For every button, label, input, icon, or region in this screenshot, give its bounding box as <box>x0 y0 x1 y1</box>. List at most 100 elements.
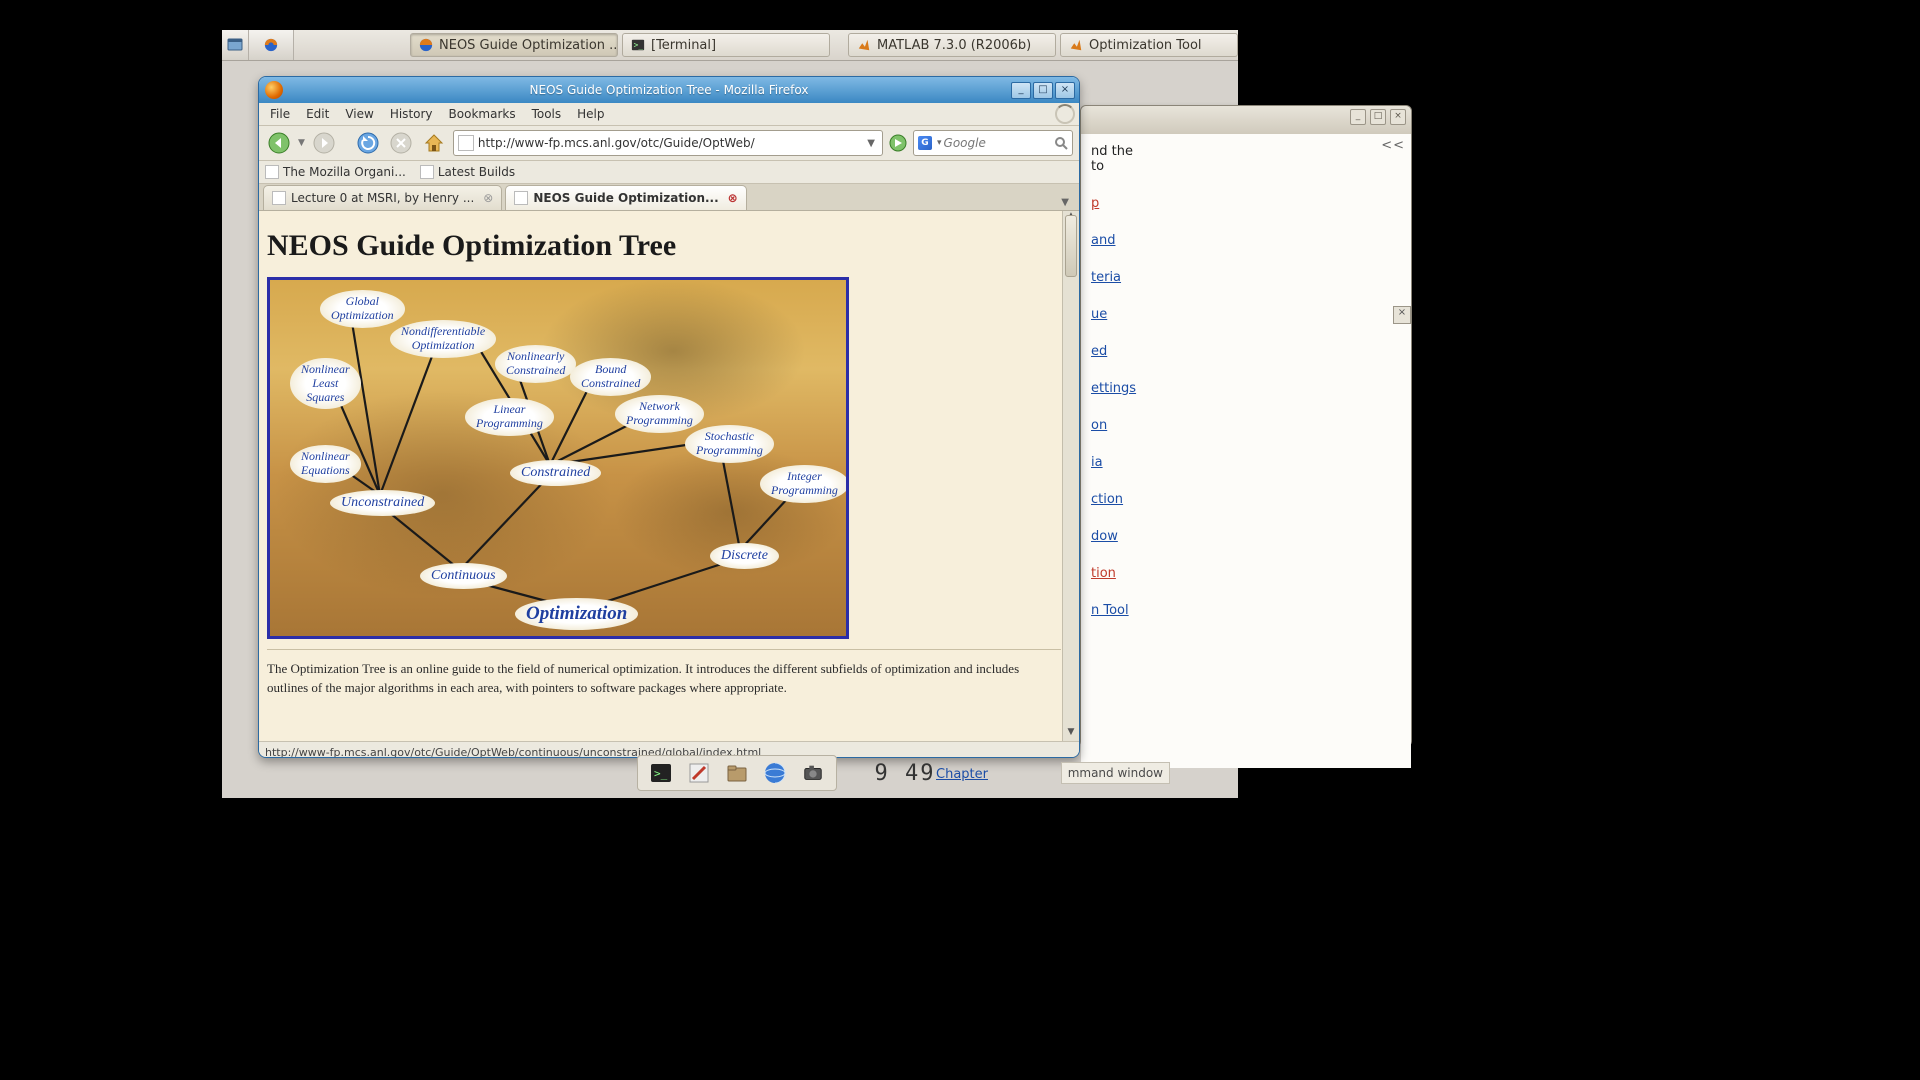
tree-node-nondiff[interactable]: NondifferentiableOptimization <box>390 320 496 358</box>
divider <box>267 649 1061 650</box>
engine-dropdown-icon[interactable]: ▾ <box>935 138 944 148</box>
bgwin-link[interactable]: n Tool <box>1091 603 1401 618</box>
tree-node-nls[interactable]: NonlinearLeastSquares <box>290 358 361 409</box>
forward-button[interactable] <box>310 129 338 157</box>
tab-close-icon[interactable]: ⊗ <box>728 191 738 205</box>
tree-node-network[interactable]: NetworkProgramming <box>615 395 704 433</box>
bgwin-link[interactable]: ed <box>1091 344 1401 359</box>
bgwin-link[interactable]: teria <box>1091 270 1401 285</box>
page-paragraph: The Optimization Tree is an online guide… <box>267 660 1061 698</box>
tab-strip: Lecture 0 at MSRI, by Henry ... ⊗ NEOS G… <box>259 184 1079 211</box>
showdesktop-button[interactable] <box>222 30 249 60</box>
close-button[interactable]: × <box>1390 109 1406 125</box>
tree-node-stochastic[interactable]: StochasticProgramming <box>685 425 774 463</box>
reload-button[interactable] <box>354 129 382 157</box>
tab-lecture[interactable]: Lecture 0 at MSRI, by Henry ... ⊗ <box>263 185 502 210</box>
tab-neos[interactable]: NEOS Guide Optimization... ⊗ <box>505 185 746 210</box>
tree-node-bound[interactable]: BoundConstrained <box>570 358 651 396</box>
tray-terminal-icon[interactable]: >_ <box>648 760 674 786</box>
menu-bookmarks[interactable]: Bookmarks <box>442 105 523 123</box>
bgwin-link[interactable]: and <box>1091 233 1401 248</box>
bookmark-item[interactable]: The Mozilla Organi... <box>265 165 406 179</box>
bgwin-link[interactable]: dow <box>1091 529 1401 544</box>
tree-node-constrained[interactable]: Constrained <box>510 460 601 486</box>
bgwin-link[interactable]: ettings <box>1091 381 1401 396</box>
throbber-icon <box>1055 104 1075 124</box>
bgwin-link[interactable]: ction <box>1091 492 1401 507</box>
menu-help[interactable]: Help <box>570 105 611 123</box>
window-title: NEOS Guide Optimization Tree - Mozilla F… <box>259 83 1079 97</box>
tree-node-linear[interactable]: LinearProgramming <box>465 398 554 436</box>
close-button[interactable]: × <box>1055 82 1075 99</box>
taskbar-entry-firefox[interactable]: NEOS Guide Optimization ... <box>410 33 618 57</box>
google-icon: G <box>918 136 932 150</box>
url-dropdown-icon[interactable]: ▼ <box>864 138 878 149</box>
tree-node-continuous[interactable]: Continuous <box>420 563 507 589</box>
page-icon <box>272 191 286 205</box>
tray-editor-icon[interactable] <box>686 760 712 786</box>
page-viewport[interactable]: ▲ ▼ NEOS Guide Optimization Tree <box>259 211 1079 741</box>
tab-label: NEOS Guide Optimization... <box>533 191 718 205</box>
tray-group: >_ <box>637 755 837 791</box>
scroll-down-icon[interactable]: ▼ <box>1063 727 1079 741</box>
page-icon <box>514 191 528 205</box>
home-button[interactable] <box>420 129 448 157</box>
titlebar[interactable]: NEOS Guide Optimization Tree - Mozilla F… <box>259 77 1079 103</box>
tab-close-icon[interactable]: ⊗ <box>483 191 493 205</box>
tabs-overflow-icon[interactable]: ▼ <box>1055 197 1075 210</box>
svg-text:>_: >_ <box>634 41 644 50</box>
tray-camera-icon[interactable] <box>800 760 826 786</box>
tray-browser-icon[interactable] <box>762 760 788 786</box>
tree-node-unconstrained[interactable]: Unconstrained <box>330 490 435 516</box>
search-input[interactable]: G▾ Google <box>913 130 1073 156</box>
collapse-icon[interactable]: << <box>1381 138 1405 153</box>
tree-node-root[interactable]: Optimization <box>515 598 638 630</box>
bgwin-link[interactable]: ia <box>1091 455 1401 470</box>
panel-close-icon[interactable]: × <box>1393 306 1411 324</box>
vertical-scrollbar[interactable]: ▲ ▼ <box>1062 211 1079 741</box>
bgwin-text: to <box>1091 159 1401 174</box>
minimize-button[interactable]: _ <box>1350 109 1366 125</box>
tray-chapter-link[interactable]: Chapter <box>936 767 988 782</box>
menu-edit[interactable]: Edit <box>299 105 336 123</box>
firefox-launcher[interactable] <box>249 30 294 60</box>
taskbar-entry-matlab[interactable]: MATLAB 7.3.0 (R2006b) <box>848 33 1056 57</box>
back-dropdown-icon[interactable]: ▼ <box>298 138 305 148</box>
back-button[interactable] <box>265 129 293 157</box>
taskbar-entry-terminal[interactable]: >_ [Terminal] <box>622 33 830 57</box>
scroll-thumb[interactable] <box>1065 215 1077 277</box>
tray-files-icon[interactable] <box>724 760 750 786</box>
bgwin-link[interactable]: p <box>1091 196 1401 211</box>
go-button[interactable] <box>888 133 908 153</box>
tree-node-discrete[interactable]: Discrete <box>710 543 779 569</box>
bookmark-label: Latest Builds <box>438 165 515 179</box>
taskbar-entry-label: Optimization Tool <box>1089 38 1202 53</box>
tree-node-nle[interactable]: NonlinearEquations <box>290 445 361 483</box>
top-taskbar: NEOS Guide Optimization ... >_ [Terminal… <box>222 30 1238 61</box>
url-input[interactable]: http://www-fp.mcs.anl.gov/otc/Guide/OptW… <box>453 130 883 156</box>
nav-toolbar: ▼ http://www-fp.mcs.anl.gov/otc/Guide/Op… <box>259 126 1079 161</box>
menu-tools[interactable]: Tools <box>525 105 569 123</box>
url-text: http://www-fp.mcs.anl.gov/otc/Guide/OptW… <box>478 136 755 150</box>
maximize-button[interactable]: □ <box>1033 82 1053 99</box>
tree-node-integer[interactable]: IntegerProgramming <box>760 465 849 503</box>
menu-view[interactable]: View <box>338 105 380 123</box>
bgwin-link[interactable]: ue <box>1091 307 1401 322</box>
taskbar-entry-opttool[interactable]: Optimization Tool <box>1060 33 1238 57</box>
tree-node-global[interactable]: GlobalOptimization <box>320 290 405 328</box>
search-placeholder: Google <box>944 136 986 150</box>
search-icon[interactable] <box>1054 136 1068 150</box>
bgwin-body: << nd the to p and teria ue ed ettings o… <box>1081 134 1411 768</box>
stop-button[interactable] <box>387 129 415 157</box>
optimization-tree-image[interactable]: Optimization Continuous Discrete Unconst… <box>267 277 849 639</box>
background-window[interactable]: _ □ × << nd the to p and teria ue ed ett… <box>1080 105 1412 747</box>
bgwin-link[interactable]: tion <box>1091 566 1401 581</box>
bgwin-titlebar: _ □ × <box>1081 106 1411 134</box>
maximize-button[interactable]: □ <box>1370 109 1386 125</box>
menu-file[interactable]: File <box>263 105 297 123</box>
minimize-button[interactable]: _ <box>1011 82 1031 99</box>
menu-history[interactable]: History <box>383 105 440 123</box>
bgwin-link[interactable]: on <box>1091 418 1401 433</box>
tree-node-nonlinconstr[interactable]: NonlinearlyConstrained <box>495 345 576 383</box>
bookmark-item[interactable]: Latest Builds <box>420 165 515 179</box>
